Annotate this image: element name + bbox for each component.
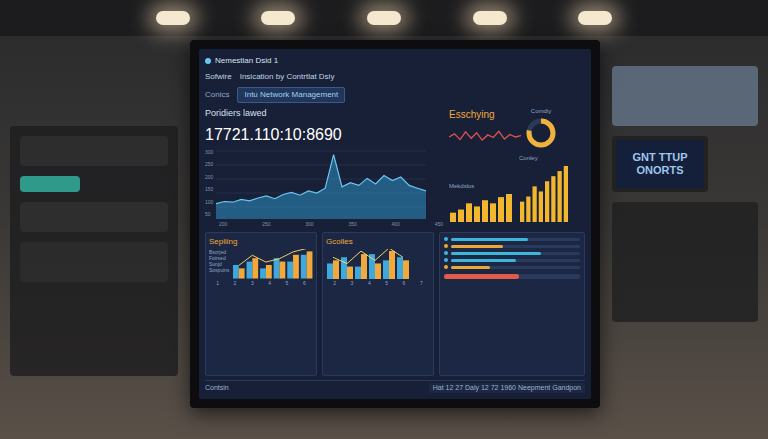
row-fill <box>451 266 490 269</box>
menu-item[interactable]: Insication by Contrtlat Dsiy <box>240 71 335 83</box>
series-label: Bsorjed <box>209 249 230 255</box>
menu-bar: Sofwire Insication by Contrtlat Dsiy <box>205 71 585 83</box>
equipment <box>612 202 758 322</box>
background-screen: GNT TTUP ONORTS <box>612 136 708 192</box>
x-tick: 200 <box>219 221 227 229</box>
ceiling-light <box>367 11 401 25</box>
table-panel <box>439 232 585 376</box>
y-tick: 300 <box>205 149 213 157</box>
status-dot <box>444 244 448 248</box>
series-label: Sunjd <box>209 261 230 267</box>
x-tick: 3 <box>351 280 354 288</box>
donut-panel: Comdiy <box>525 107 557 149</box>
x-tick: 5 <box>385 280 388 288</box>
tab[interactable]: Intu Network Management <box>237 87 345 103</box>
table-row <box>444 265 580 269</box>
ceiling-light <box>473 11 507 25</box>
photo-scene: Nemestian Dsid 1 Sofwire Insication by Con… <box>0 0 768 439</box>
monitor: Nemestian Dsid 1 Sofwire Insication by Con… <box>190 40 600 408</box>
y-tick: 50 <box>205 211 213 219</box>
alert-bar <box>444 274 519 279</box>
bottom-panel: SepliingBsorjedFoirsedSunjdSospuins12345… <box>205 232 317 376</box>
screen-title: Nemestian Dsid 1 <box>205 55 585 67</box>
bar-chart <box>449 192 513 222</box>
bars-panel: Mekdslos <box>449 182 513 222</box>
series-label: Foirsed <box>209 255 230 261</box>
x-tick: 400 <box>392 221 400 229</box>
ceiling-light <box>156 11 190 25</box>
main-panel: Poridiers lawed 17721.110:10:8690 300 250 20… <box>205 107 443 228</box>
row-fill <box>451 252 541 255</box>
equipment-rack <box>10 126 178 376</box>
row-fill <box>451 259 516 262</box>
footer: Contsin Hat 12 27 Daly 12 72 1960 Neepmen… <box>205 380 585 394</box>
wave-chart <box>449 124 521 150</box>
bars-panel: Conley <box>519 154 569 222</box>
ceiling <box>0 0 768 36</box>
status-dot <box>444 237 448 241</box>
x-tick: 6 <box>403 280 406 288</box>
x-tick: 2 <box>234 280 237 288</box>
bottom-panel: Gcolles234567 <box>322 232 434 376</box>
x-tick: 450 <box>435 221 443 229</box>
x-tick: 350 <box>348 221 356 229</box>
row-fill <box>451 245 503 248</box>
menu-item[interactable]: Sofwire <box>205 71 232 83</box>
y-tick: 150 <box>205 186 213 194</box>
grouped-bar-chart <box>232 249 313 279</box>
table-row <box>444 258 580 262</box>
x-tick: 4 <box>368 280 371 288</box>
x-tick: 3 <box>251 280 254 288</box>
table-row <box>444 244 580 248</box>
status-dot <box>444 265 448 269</box>
area-chart <box>216 149 426 219</box>
bar-chart <box>519 164 569 222</box>
background-monitor <box>612 66 758 126</box>
y-tick: 100 <box>205 199 213 207</box>
wave-panel: Esschying <box>449 107 521 150</box>
big-value: 17721.110:10:8690 <box>205 123 443 147</box>
status-dot <box>444 258 448 262</box>
donut-chart <box>525 117 557 149</box>
series-label: Sospuins <box>209 267 230 273</box>
ceiling-light <box>261 11 295 25</box>
x-tick: 300 <box>305 221 313 229</box>
ceiling-light <box>578 11 612 25</box>
footer-label: Contsin <box>205 383 229 394</box>
x-tick: 7 <box>420 280 423 288</box>
panel-title: Poridiers lawed <box>205 107 443 121</box>
table-row <box>444 237 580 241</box>
x-tick: 4 <box>268 280 271 288</box>
side-label: Conics <box>205 89 229 101</box>
x-tick: 1 <box>216 280 219 288</box>
table-row <box>444 251 580 255</box>
status-dot <box>444 251 448 255</box>
x-tick: 5 <box>286 280 289 288</box>
app-icon <box>205 58 211 64</box>
footer-status: Hat 12 27 Daly 12 72 1960 Neepment Gandp… <box>429 383 585 394</box>
x-tick: 2 <box>333 280 336 288</box>
y-tick: 250 <box>205 161 213 169</box>
x-tick: 6 <box>303 280 306 288</box>
y-tick: 200 <box>205 174 213 182</box>
x-tick: 250 <box>262 221 270 229</box>
grouped-bar-chart <box>326 249 410 279</box>
dashboard-screen: Nemestian Dsid 1 Sofwire Insication by Con… <box>199 49 591 399</box>
row-fill <box>451 238 528 241</box>
